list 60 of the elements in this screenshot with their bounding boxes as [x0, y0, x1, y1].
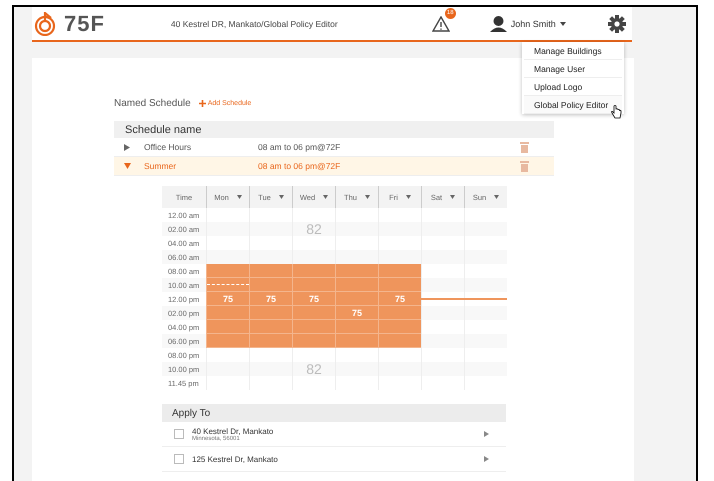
schedule-cell[interactable] — [335, 292, 378, 306]
schedule-cell[interactable] — [292, 306, 335, 320]
section-title: Named Schedule — [114, 98, 191, 109]
building-name: 40 Kestrel Dr, Mankato — [192, 426, 274, 436]
schedule-cell[interactable] — [292, 278, 335, 292]
section-header: Apply To — [162, 404, 506, 422]
schedule-cell[interactable] — [206, 334, 249, 348]
caret-down-icon[interactable] — [450, 195, 456, 199]
schedule-row[interactable]: Summer 08 am to 06 pm@72F — [114, 157, 554, 176]
menu-item[interactable]: Manage User — [524, 60, 622, 78]
schedule-summary: 08 am to 06 pm@72F — [258, 142, 342, 152]
schedule-cell[interactable] — [335, 264, 378, 278]
menu-item[interactable]: Manage Buildings — [524, 42, 622, 60]
schedule-cell[interactable] — [249, 278, 292, 292]
schedule-cell[interactable] — [292, 334, 335, 348]
caret-right-icon[interactable] — [484, 456, 489, 462]
logo-text: 75F — [64, 10, 105, 36]
user-menu[interactable]: John Smith — [510, 18, 556, 28]
schedule-cell[interactable] — [378, 264, 421, 278]
schedule-cell[interactable] — [335, 278, 378, 292]
schedule-cell[interactable] — [378, 306, 421, 320]
schedule-cell[interactable] — [206, 278, 249, 292]
schedule-cell[interactable] — [335, 334, 378, 348]
table-header: Schedule name — [114, 121, 554, 138]
menu-item[interactable]: Global Policy Editor — [524, 96, 622, 114]
schedule-cell[interactable] — [335, 320, 378, 334]
trash-icon[interactable] — [520, 142, 529, 152]
schedule-cell[interactable] — [249, 320, 292, 334]
schedule-cell[interactable] — [292, 320, 335, 334]
caret-right-icon[interactable] — [124, 144, 130, 150]
breadcrumb: 40 Kestrel DR, Mankato/Global Policy Editor — [170, 18, 338, 28]
caret-down-icon[interactable] — [494, 195, 500, 199]
user-avatar-icon — [490, 15, 507, 32]
caret-down-icon[interactable] — [236, 195, 242, 199]
checkbox[interactable] — [174, 429, 184, 439]
schedule-cell[interactable] — [206, 306, 249, 320]
checkbox[interactable] — [174, 454, 184, 464]
schedule-cell[interactable] — [206, 264, 249, 278]
schedule-cell[interactable] — [249, 264, 292, 278]
schedule-cell[interactable] — [206, 320, 249, 334]
schedule-cell[interactable] — [378, 278, 421, 292]
caret-down-icon[interactable] — [406, 195, 411, 199]
schedule-summary: 08 am to 06 pm@72F — [258, 161, 342, 171]
schedule-name: Office Hours — [144, 142, 192, 152]
caret-down-icon[interactable] — [364, 195, 370, 199]
caret-down-icon[interactable] — [278, 195, 284, 199]
caret-down-icon[interactable] — [560, 22, 566, 26]
caret-right-icon[interactable] — [484, 431, 489, 437]
schedule-name: Summer — [144, 161, 178, 171]
schedule-cell[interactable] — [249, 334, 292, 348]
plus-icon[interactable] — [198, 100, 206, 107]
schedule-cell[interactable] — [249, 306, 292, 320]
caret-down-icon[interactable] — [323, 195, 328, 199]
trash-icon[interactable] — [520, 160, 529, 172]
schedule-cell[interactable] — [292, 264, 335, 278]
building-name: 125 Kestrel Dr, Mankato — [192, 454, 279, 464]
schedule-cell[interactable] — [378, 320, 421, 334]
schedule-cell[interactable] — [378, 334, 421, 348]
settings-icon[interactable] — [608, 14, 626, 32]
warning-icon[interactable] — [432, 16, 450, 32]
